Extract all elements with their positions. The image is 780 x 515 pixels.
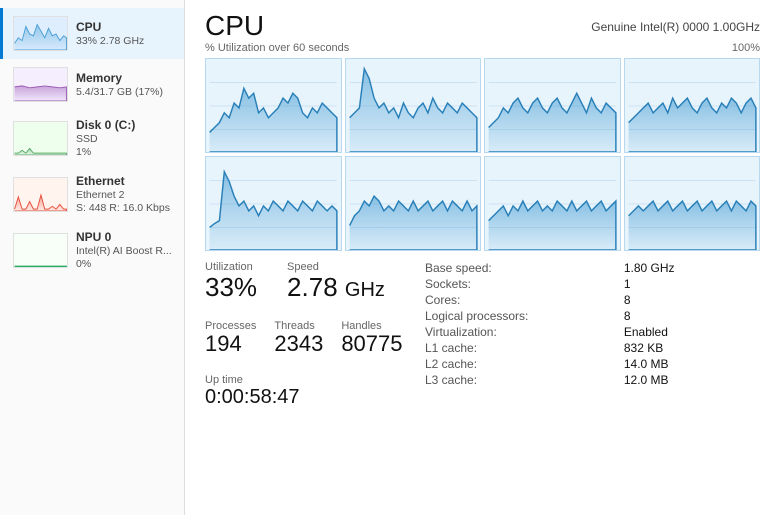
ethernet-sidebar-text: Ethernet Ethernet 2 S: 448 R: 16.0 Kbps [76,174,170,214]
virtualization-value: Enabled [624,325,760,339]
sidebar-item-memory[interactable]: Memory 5.4/31.7 GB (17%) [0,59,184,110]
cpu-chart-8 [624,156,761,251]
cpu-chart-5 [205,156,342,251]
l3-value: 12.0 MB [624,373,760,387]
npu-label: NPU 0 [76,230,172,244]
charts-top-row [205,58,760,153]
npu-sublabel1: Intel(R) AI Boost R... [76,245,172,257]
uptime-label: Up time [205,374,425,386]
l2-value: 14.0 MB [624,357,760,371]
l3-label: L3 cache: [425,373,614,387]
cpu-sidebar-text: CPU 33% 2.78 GHz [76,20,144,47]
processes-label: Processes [205,320,256,332]
cpu-chart-3 [484,58,621,153]
uptime-section: Up time 0:00:58:47 [205,374,425,409]
memory-label: Memory [76,71,163,85]
sockets-label: Sockets: [425,277,614,291]
npu-sidebar-text: NPU 0 Intel(R) AI Boost R... 0% [76,230,172,270]
main-header: CPU Genuine Intel(R) 0000 1.00GHz [205,12,760,40]
cpu-chart-2 [345,58,482,153]
stats-right: Base speed: 1.80 GHz Sockets: 1 Cores: 8… [425,261,760,409]
disk-sidebar-text: Disk 0 (C:) SSD 1% [76,118,135,158]
cpu-mini-chart [13,16,68,51]
handles-label: Handles [341,320,402,332]
threads-stat: Threads 2343 [274,320,323,356]
handles-stat: Handles 80775 [341,320,402,356]
cpu-chart-4 [624,58,761,153]
ethernet-sublabel2: S: 448 R: 16.0 Kbps [76,202,170,214]
disk-mini-chart [13,121,68,156]
ethernet-sublabel1: Ethernet 2 [76,189,170,201]
disk-sublabel1: SSD [76,133,135,145]
memory-sublabel: 5.4/31.7 GB (17%) [76,86,163,98]
cpu-chart-1 [205,58,342,153]
ethernet-mini-chart [13,177,68,212]
sidebar-item-disk[interactable]: Disk 0 (C:) SSD 1% [0,110,184,166]
npu-sublabel2: 0% [76,258,172,270]
handles-value: 80775 [341,332,402,356]
cpu-label: CPU [76,20,144,34]
base-speed-label: Base speed: [425,261,614,275]
base-speed-value: 1.80 GHz [624,261,760,275]
processor-name: Genuine Intel(R) 0000 1.00GHz [591,12,760,34]
page-title: CPU [205,12,264,40]
processes-value: 194 [205,332,256,356]
utilization-stat-value: 33% [205,273,257,302]
cpu-chart-7 [484,156,621,251]
sidebar-item-npu[interactable]: NPU 0 Intel(R) AI Boost R... 0% [0,222,184,278]
ethernet-label: Ethernet [76,174,170,188]
pct-label: 100% [732,42,760,58]
cpu-sublabel: 33% 2.78 GHz [76,35,144,47]
l1-value: 832 KB [624,341,760,355]
sidebar: CPU 33% 2.78 GHz Memory 5.4/31.7 GB (17%… [0,0,185,515]
cpu-chart-6 [345,156,482,251]
logical-value: 8 [624,309,760,323]
stats-left: Utilization 33% Speed 2.78 GHz Processes… [205,261,425,409]
npu-mini-chart [13,233,68,268]
logical-label: Logical processors: [425,309,614,323]
charts-bottom-row [205,156,760,251]
main-panel: CPU Genuine Intel(R) 0000 1.00GHz % Util… [185,0,780,515]
cores-value: 8 [624,293,760,307]
l1-label: L1 cache: [425,341,614,355]
utilization-stat: Utilization 33% [205,261,257,302]
cores-label: Cores: [425,293,614,307]
speed-stat-value: 2.78 GHz [287,273,385,302]
stats-section: Utilization 33% Speed 2.78 GHz Processes… [205,261,760,409]
memory-mini-chart [13,67,68,102]
disk-sublabel2: 1% [76,146,135,158]
sidebar-item-cpu[interactable]: CPU 33% 2.78 GHz [0,8,184,59]
sidebar-item-ethernet[interactable]: Ethernet Ethernet 2 S: 448 R: 16.0 Kbps [0,166,184,222]
uptime-value: 0:00:58:47 [205,386,425,409]
threads-value: 2343 [274,332,323,356]
disk-label: Disk 0 (C:) [76,118,135,132]
memory-sidebar-text: Memory 5.4/31.7 GB (17%) [76,71,163,98]
sockets-value: 1 [624,277,760,291]
l2-label: L2 cache: [425,357,614,371]
specs-table: Base speed: 1.80 GHz Sockets: 1 Cores: 8… [425,261,760,387]
processes-stat: Processes 194 [205,320,256,356]
threads-label: Threads [274,320,323,332]
utilization-label: % Utilization over 60 seconds [205,42,349,54]
speed-stat: Speed 2.78 GHz [287,261,385,302]
virtualization-label: Virtualization: [425,325,614,339]
